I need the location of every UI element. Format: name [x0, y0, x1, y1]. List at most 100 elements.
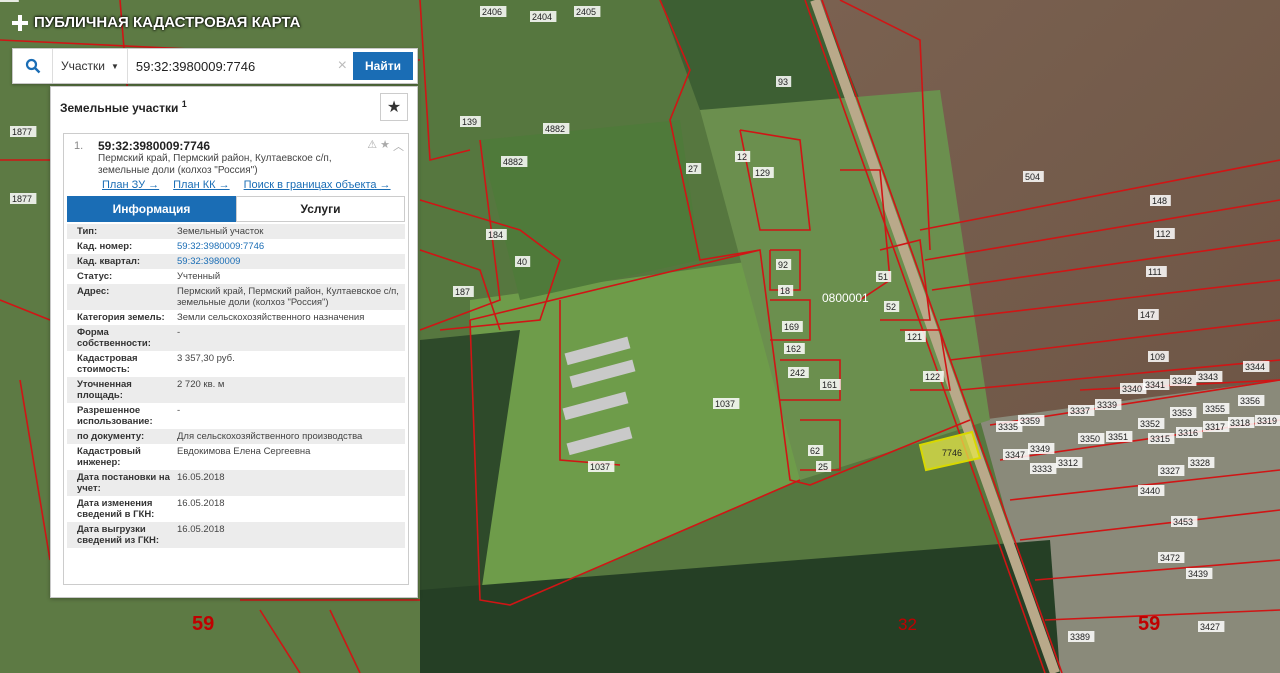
app-title: ПУБЛИЧНАЯ КАДАСТРОВАЯ КАРТА [34, 14, 301, 31]
info-key: Разрешенное использование: [77, 405, 153, 427]
info-row: Форма собственности: - [67, 325, 405, 351]
caret-down-icon: ▼ [111, 61, 119, 71]
clear-icon[interactable]: × [332, 57, 353, 75]
results-panel: Земельные участки 1 ★ 1. 59:32:3980009:7… [50, 86, 418, 598]
parcel-label: 2404 [532, 12, 552, 22]
warning-icon[interactable]: ⚠ [367, 138, 377, 154]
info-value: 2 720 кв. м [177, 379, 225, 390]
parcel-label: 12 [737, 152, 747, 162]
parcel-label: 162 [786, 344, 801, 354]
district-label: 59 [192, 613, 214, 635]
info-value: Пермский край, Пермский район, Култаевск… [177, 286, 399, 308]
info-value: Евдокимова Елена Сергеевна [177, 446, 311, 457]
info-row: Дата изменения сведений в ГКН: 16.05.2018 [67, 496, 405, 522]
result-cad-number[interactable]: 59:32:3980009:7746 [98, 139, 210, 153]
parcel-label: 3472 [1160, 553, 1180, 563]
parcel-label: 3318 [1230, 418, 1250, 428]
parcel-label: 1037 [715, 399, 735, 409]
info-row: Адрес: Пермский край, Пермский район, Кул… [67, 284, 405, 310]
info-key: Дата выгрузки сведений из ГКН: [77, 524, 160, 546]
result-address: Пермский край, Пермский район, Култаевск… [98, 153, 332, 176]
parcel-label: 4882 [503, 157, 523, 167]
parcel-label: 3315 [1150, 434, 1170, 444]
parcel-label: 3344 [1245, 362, 1265, 372]
star-icon[interactable]: ★ [380, 138, 390, 154]
parcel-label: 3319 [1257, 416, 1277, 426]
search-button[interactable] [13, 49, 53, 83]
parcel-label: 122 [925, 372, 940, 382]
parcel-label: 111 [1148, 267, 1162, 277]
parcel-label: 504 [1025, 172, 1040, 182]
info-key: Форма собственности: [77, 327, 151, 349]
parcel-label: 3317 [1205, 422, 1225, 432]
parcel-label: 3439 [1188, 569, 1208, 579]
find-button[interactable]: Найти [353, 52, 413, 80]
parcel-label: 3350 [1080, 434, 1100, 444]
parcel-label: 4882 [545, 124, 565, 134]
parcel-label: 2405 [576, 7, 596, 17]
parcel-label: 3335 [998, 422, 1018, 432]
parcel-label: 3342 [1172, 376, 1192, 386]
info-key: по документу: [77, 431, 145, 442]
info-value: Учтенный [177, 271, 221, 282]
info-value[interactable]: 59:32:3980009:7746 [177, 241, 405, 252]
result-tabs: Информация Услуги [67, 196, 405, 222]
parcel-label: 112 [1156, 229, 1170, 239]
info-key: Кадастровая стоимость: [77, 353, 138, 375]
parcel-label: 3340 [1122, 384, 1142, 394]
parcel-label: 3327 [1160, 466, 1180, 476]
tab-info[interactable]: Информация [67, 196, 236, 222]
parcel-label: 40 [517, 257, 527, 267]
info-key: Адрес: [77, 286, 110, 297]
info-key: Категория земель: [77, 312, 165, 323]
panel-header: Земельные участки 1 ★ [51, 87, 417, 127]
info-row: Уточненная площадь: 2 720 кв. м [67, 377, 405, 403]
parcel-label: 3337 [1070, 406, 1090, 416]
info-row: Дата выгрузки сведений из ГКН: 16.05.2018 [67, 522, 405, 548]
favorites-button[interactable]: ★ [380, 93, 408, 121]
info-value: - [177, 327, 181, 338]
parcel-label: 148 [1152, 196, 1167, 206]
parcel-label: 3349 [1030, 444, 1050, 454]
info-value[interactable]: 59:32:3980009 [177, 256, 405, 267]
parcel-label: 3352 [1140, 419, 1160, 429]
parcel-label: 109 [1150, 352, 1165, 362]
parcel-label: 1037 [590, 462, 610, 472]
parcel-label: 184 [488, 230, 503, 240]
info-key: Кад. квартал: [77, 256, 141, 267]
info-value: Для сельскохозяйственного производства [177, 431, 363, 442]
parcel-label: 3453 [1173, 517, 1193, 527]
info-key: Кадастровый инженер: [77, 446, 141, 468]
parcel-label: 93 [778, 77, 788, 87]
parcel-label: 139 [462, 117, 477, 127]
star-icon: ★ [386, 99, 402, 116]
info-value: 16.05.2018 [177, 498, 225, 509]
header: ПУБЛИЧНАЯ КАДАСТРОВАЯ КАРТА [12, 14, 300, 31]
result-card: 1. 59:32:3980009:7746 Пермский край, Пер… [63, 133, 409, 585]
info-value: 3 357,30 руб. [177, 353, 235, 364]
parcel-label: 3351 [1108, 432, 1128, 442]
result-index: 1. [74, 140, 84, 152]
plan-kk-link[interactable]: План КК → [173, 179, 229, 191]
info-key: Дата изменения сведений в ГКН: [77, 498, 155, 520]
plan-zu-link[interactable]: План ЗУ → [102, 179, 159, 191]
tab-services[interactable]: Услуги [236, 196, 405, 222]
search-in-bounds-link[interactable]: Поиск в границах объекта → [244, 179, 391, 191]
parcel-label: 3333 [1032, 464, 1052, 474]
parcel-label: 3312 [1058, 458, 1078, 468]
parcel-label: 3355 [1205, 404, 1225, 414]
chevron-up-icon[interactable]: ︿ [393, 138, 404, 154]
parcel-label: 27 [688, 164, 698, 174]
info-key: Дата постановки на учет: [77, 472, 170, 494]
parcel-label: 149 [0, 0, 15, 2]
parcel-label: 169 [784, 322, 799, 332]
panel-title: Земельные участки 1 [60, 99, 187, 115]
parcel-label: 161 [822, 380, 837, 390]
info-row: Статус: Учтенный [67, 269, 405, 284]
parcel-label: 3356 [1240, 396, 1260, 406]
parcel-label: 1877 [12, 194, 32, 204]
result-links: План ЗУ → План КК → Поиск в границах объ… [102, 179, 391, 191]
search-input[interactable] [127, 49, 332, 83]
parcel-label: 3353 [1172, 408, 1192, 418]
search-type-dropdown[interactable]: Участки ▼ [53, 49, 128, 83]
